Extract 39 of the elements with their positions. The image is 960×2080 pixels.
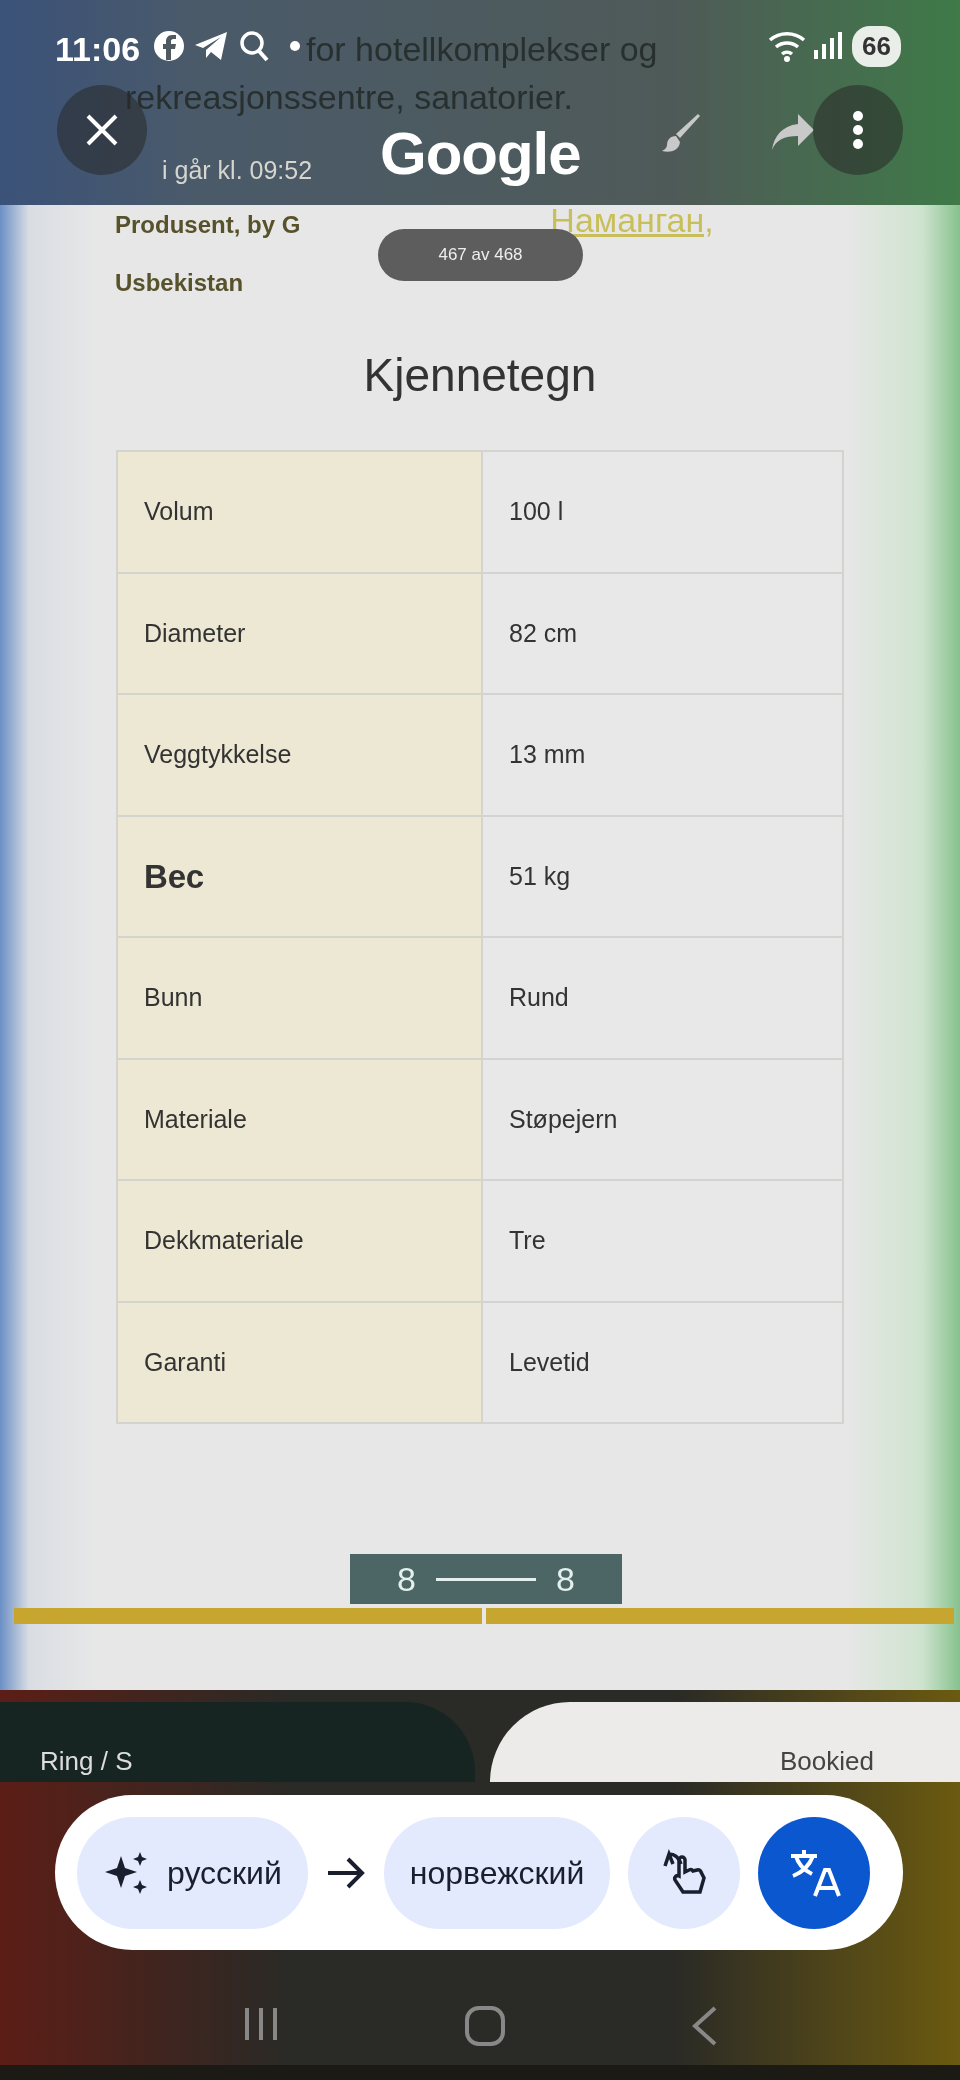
battery-level: 66	[852, 26, 901, 67]
language-button[interactable]: норвежский	[383, 1816, 611, 1929]
more-icon	[852, 110, 864, 150]
table-cell: Dekkmateriale	[117, 1180, 482, 1302]
table-cell: 82 cm	[482, 572, 843, 694]
table-cell: Støpejern	[482, 1058, 843, 1180]
table-cell: Tre	[482, 1180, 843, 1302]
timestamp: i går kl. 09:52	[162, 155, 313, 186]
table-cell: Garanti	[117, 1301, 482, 1423]
table-cell: Bunn	[117, 937, 482, 1059]
table-cell: 51 kg	[482, 815, 843, 937]
telegram-icon	[193, 30, 229, 62]
table-cell: 13 mm	[482, 694, 843, 816]
table-cell: Volum	[117, 451, 482, 573]
table-cell: Materiale	[117, 1058, 482, 1180]
document-text: Usbekistan	[115, 268, 244, 298]
card[interactable]: Ring / S	[0, 1702, 475, 1782]
page-heading: Kjennetegn	[362, 348, 598, 403]
table-cell: Вес	[117, 815, 482, 937]
table-cell: Rund	[482, 937, 843, 1059]
close-icon	[85, 113, 119, 147]
arrow-icon	[325, 1855, 366, 1890]
card[interactable]: Bookied	[490, 1702, 960, 1782]
document-text: Produsent, by G	[115, 210, 301, 240]
search-icon	[239, 30, 269, 62]
table-cell: Veggtykkelse	[117, 694, 482, 816]
range-value: 8	[397, 1558, 416, 1600]
home-icon[interactable]	[463, 2004, 507, 2048]
share-icon	[770, 112, 816, 152]
app-logo: Google	[380, 124, 581, 184]
signal-icon	[812, 30, 842, 60]
language-button[interactable]: русский	[77, 1816, 308, 1929]
facebook-icon	[153, 30, 185, 62]
table-cell: 100 l	[482, 451, 843, 573]
table-cell: Levetid	[482, 1301, 843, 1423]
table-cell: Diameter	[117, 572, 482, 694]
range-value: 8	[556, 1558, 575, 1600]
status-time: 11:06	[55, 29, 141, 70]
dot-icon	[289, 40, 301, 52]
